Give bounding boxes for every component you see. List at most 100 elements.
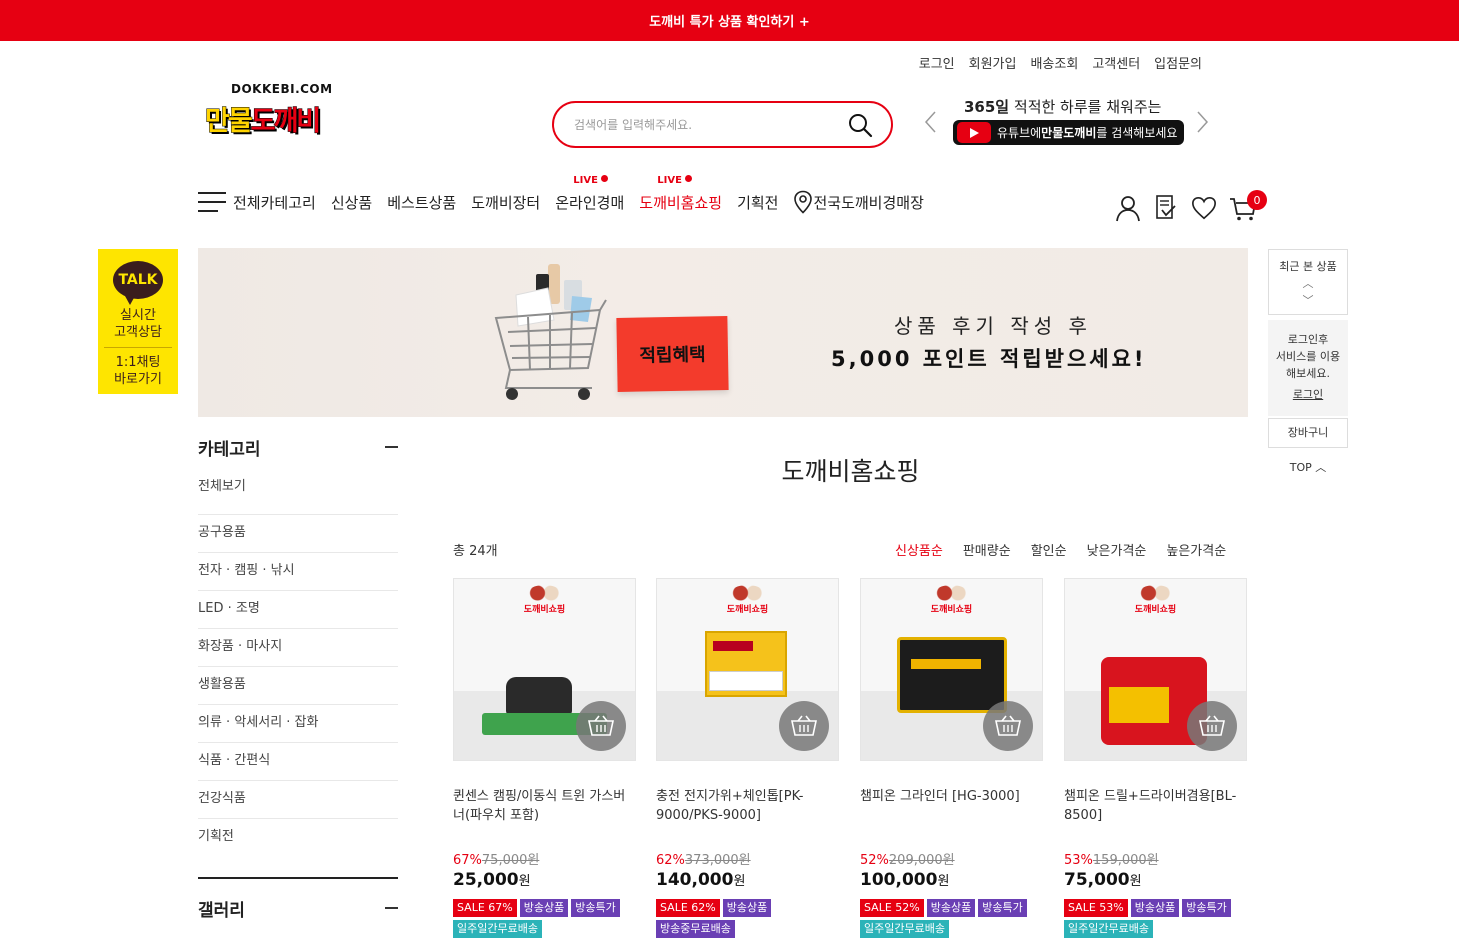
- kakao-chat-widget[interactable]: TALK 실시간 고객상담 1:1채팅 바로가기: [98, 249, 178, 394]
- shopping-cart-illustration: [494, 264, 607, 400]
- sort-price-low[interactable]: 낮은가격순: [1087, 540, 1147, 559]
- product-name[interactable]: 퀸센스 캠핑/이동식 트윈 가스버너(파우치 포함): [453, 787, 636, 844]
- signup-link[interactable]: 회원가입: [969, 53, 1017, 72]
- product-price: 25,000원: [453, 870, 531, 890]
- product-image[interactable]: 도깨비쇼핑: [656, 578, 839, 761]
- sale-badge: SALE 53%: [1064, 899, 1128, 917]
- category-item[interactable]: 의류 · 악세서리 · 잡화: [198, 704, 398, 743]
- back-to-top-button[interactable]: TOP ︿: [1268, 459, 1348, 475]
- product-card: 도깨비쇼핑 충전 전지가위+체인톱[PK-9000/PKS-9000] 62%3…: [656, 578, 839, 938]
- chevron-left-icon[interactable]: [923, 110, 937, 134]
- shop-logo: 도깨비쇼핑: [524, 585, 565, 615]
- category-item[interactable]: 전체보기: [198, 478, 398, 515]
- product-photo: [506, 677, 572, 715]
- chevron-up-icon: ︿: [1315, 461, 1327, 474]
- nav-new-products[interactable]: 신상품: [331, 192, 372, 213]
- product-badges: SALE 52% 방송상품 방송특가 일주일간무료배송: [860, 899, 1050, 938]
- cart-icon: [995, 715, 1021, 736]
- page-title: 도깨비홈쇼핑: [781, 457, 920, 486]
- hero-line2: 5,000 포인트 적립받으세요!: [831, 347, 1147, 371]
- nav-best-products[interactable]: 베스트상품: [387, 192, 456, 213]
- broadcast-special-badge: 방송특가: [978, 899, 1027, 917]
- cart-icon: [588, 715, 614, 736]
- category-item[interactable]: 생활용품: [198, 666, 398, 705]
- product-image[interactable]: 도깨비쇼핑: [1064, 578, 1247, 761]
- product-photo: [897, 637, 1007, 713]
- delivery-tracking-link[interactable]: 배송조회: [1030, 53, 1078, 72]
- nav-online-auction[interactable]: LIVE 온라인경매: [555, 175, 624, 213]
- hamburger-menu-icon[interactable]: [198, 192, 226, 212]
- promo-tagline: 365일 적적한 하루를 채워주는: [964, 98, 1162, 116]
- gallery-header[interactable]: 갤러리: [198, 897, 398, 921]
- chevron-right-icon[interactable]: [1196, 110, 1210, 134]
- sale-badge: SALE 67%: [453, 899, 517, 917]
- cart-icon: [791, 715, 817, 736]
- site-logo[interactable]: DOKKEBI.COM 만물도깨비: [205, 82, 365, 142]
- category-item[interactable]: 전자 · 캠핑 · 낚시: [198, 552, 398, 591]
- sort-sales[interactable]: 판매량순: [963, 540, 1011, 559]
- hero-line1: 상품 후기 작성 후: [894, 314, 1092, 338]
- add-to-cart-button[interactable]: [1187, 701, 1237, 751]
- nav-home-shopping[interactable]: LIVE 도깨비홈쇼핑: [639, 175, 722, 213]
- nav-dokkebi-market[interactable]: 도깨비장터: [471, 192, 540, 213]
- product-price: 140,000원: [656, 870, 746, 890]
- hero-banner[interactable]: 적립혜택 상품 후기 작성 후 5,000 포인트 적립받으세요!: [198, 248, 1248, 417]
- broadcast-badge: 방송상품: [1130, 899, 1180, 917]
- add-to-cart-button[interactable]: [779, 701, 829, 751]
- recent-products: 최근 본 상품 ︿ ﹀: [1268, 249, 1348, 315]
- minus-icon[interactable]: [385, 446, 398, 448]
- category-item[interactable]: 화장품 · 마사지: [198, 628, 398, 667]
- user-icon[interactable]: [1115, 194, 1141, 222]
- youtube-play-icon: [957, 122, 991, 143]
- main-nav: 전체카테고리 신상품 베스트상품 도깨비장터 LIVE 온라인경매 LIVE 도깨비…: [198, 175, 939, 214]
- broadcast-special-badge: 방송특가: [571, 899, 620, 917]
- product-image[interactable]: 도깨비쇼핑: [453, 578, 636, 761]
- chevron-up-icon[interactable]: ︿: [1269, 274, 1347, 294]
- login-link[interactable]: 로그인: [919, 53, 955, 72]
- category-item[interactable]: 공구용품: [198, 514, 398, 553]
- location-pin-icon: [794, 190, 813, 214]
- category-item[interactable]: 건강식품: [198, 780, 398, 819]
- order-lookup-icon[interactable]: [1153, 194, 1179, 222]
- search-icon[interactable]: [847, 112, 873, 138]
- price-discount: 52%209,000원: [860, 853, 955, 868]
- nav-special-exhibition[interactable]: 기획전: [737, 192, 778, 213]
- product-name[interactable]: 챔피온 그라인더 [HG-3000]: [860, 787, 1043, 844]
- category-item[interactable]: 식품 · 간편식: [198, 742, 398, 781]
- product-photo: [911, 659, 981, 669]
- top-promo-banner[interactable]: 도깨비 특가 상품 확인하기 +: [0, 0, 1459, 41]
- add-to-cart-button[interactable]: [576, 701, 626, 751]
- quick-cart-button[interactable]: 장바구니: [1268, 418, 1348, 448]
- category-item[interactable]: 기획전: [198, 818, 398, 857]
- product-name[interactable]: 충전 전지가위+체인톱[PK-9000/PKS-9000]: [656, 787, 839, 844]
- vendor-inquiry-link[interactable]: 입점문의: [1154, 53, 1202, 72]
- hero-tag: 적립혜택: [616, 316, 729, 392]
- sale-badge: SALE 52%: [860, 899, 924, 917]
- sort-price-high[interactable]: 높은가격순: [1166, 540, 1226, 559]
- customer-center-link[interactable]: 고객센터: [1092, 53, 1140, 72]
- category-header[interactable]: 카테고리: [198, 436, 398, 460]
- broadcast-badge: 방송상품: [926, 899, 976, 917]
- cart-count-badge: 0: [1247, 190, 1267, 210]
- sort-discount[interactable]: 할인순: [1031, 540, 1067, 559]
- nav-store-locator[interactable]: 전국도깨비경매장: [793, 190, 924, 214]
- category-item[interactable]: LED · 조명: [198, 590, 398, 629]
- live-badge: LIVE: [657, 175, 692, 186]
- logo-domain: DOKKEBI.COM: [231, 82, 333, 96]
- sort-newest[interactable]: 신상품순: [895, 540, 943, 559]
- minus-icon[interactable]: [385, 907, 398, 909]
- quick-login-link[interactable]: 로그인: [1268, 386, 1348, 403]
- heart-icon[interactable]: [1191, 194, 1217, 222]
- search-input[interactable]: [574, 117, 847, 132]
- product-image[interactable]: 도깨비쇼핑: [860, 578, 1043, 761]
- live-badge: LIVE: [573, 175, 608, 186]
- youtube-promo[interactable]: 유튜브에 만물도깨비 를 검색해보세요: [953, 120, 1184, 145]
- product-price: 75,000원: [1064, 870, 1142, 890]
- chevron-down-icon[interactable]: ﹀: [1269, 294, 1347, 308]
- sort-options: 신상품순 판매량순 할인순 낮은가격순 높은가격순: [895, 540, 1226, 559]
- nav-all-categories[interactable]: 전체카테고리: [233, 192, 316, 213]
- product-name[interactable]: 챔피온 드릴+드라이버겸용[BL-8500]: [1064, 787, 1247, 844]
- add-to-cart-button[interactable]: [983, 701, 1033, 751]
- broadcast-special-badge: 방송특가: [1182, 899, 1231, 917]
- cart-button[interactable]: 0: [1229, 190, 1267, 222]
